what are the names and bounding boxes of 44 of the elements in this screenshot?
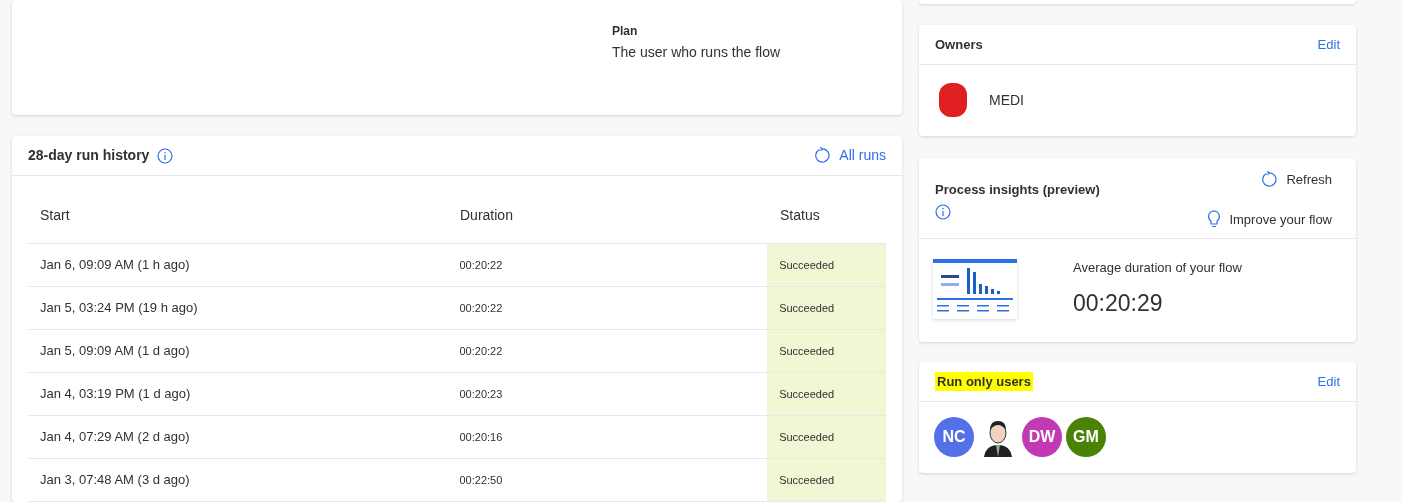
start-cell-text: Jan 6, 09:09 AM (1 h ago) xyxy=(39,256,191,275)
lightbulb-icon xyxy=(1207,210,1222,229)
metric-label: Average duration of your flow xyxy=(1073,259,1242,277)
edit-link[interactable]: Edit xyxy=(1317,371,1340,392)
field-label: Plan xyxy=(612,23,639,40)
status-cell: Succeeded xyxy=(767,416,886,458)
duration-cell-text: 00:20:22 xyxy=(458,257,504,273)
start-cell-text: Jan 3, 07:48 AM (3 d ago) xyxy=(39,471,191,490)
status-cell: Succeeded xyxy=(767,459,886,501)
start-cell-text: Jan 5, 03:24 PM (19 h ago) xyxy=(39,299,199,318)
refresh-icon xyxy=(1261,171,1279,189)
start-cell-text: Jan 5, 09:09 AM (1 d ago) xyxy=(39,342,191,361)
duration-cell-text: 00:20:16 xyxy=(458,429,504,445)
user-avatar[interactable]: DW xyxy=(1022,417,1062,457)
duration-cell-text: 00:20:22 xyxy=(458,300,504,316)
status-cell: Succeeded xyxy=(767,244,886,286)
field-value: The user who runs the flow xyxy=(612,43,782,62)
metric-value: 00:20:29 xyxy=(1073,288,1164,318)
improve-flow-button[interactable]: Improve your flow xyxy=(1207,209,1332,229)
duration-cell-text: 00:22:50 xyxy=(458,472,504,488)
duration-cell-text: 00:20:23 xyxy=(458,386,504,402)
column-header: Status xyxy=(779,206,820,225)
start-cell-text: Jan 4, 07:29 AM (2 d ago) xyxy=(39,428,191,447)
user-avatar[interactable]: NC xyxy=(934,417,974,457)
info-icon[interactable] xyxy=(157,147,174,164)
card-title: Run only users xyxy=(935,371,1033,392)
card-title: 28-day run history xyxy=(28,146,150,165)
all-runs-link[interactable]: All runs xyxy=(814,145,886,166)
user-avatar[interactable]: GM xyxy=(1066,417,1106,457)
status-cell: Succeeded xyxy=(767,373,886,415)
status-cell: Succeeded xyxy=(767,287,886,329)
column-header: Start xyxy=(39,206,71,225)
owner-name: MEDI xyxy=(989,90,1024,110)
start-cell-text: Jan 4, 03:19 PM (1 d ago) xyxy=(39,385,192,404)
owner-logo-placeholder xyxy=(939,83,967,117)
refresh-icon xyxy=(814,147,832,164)
info-icon[interactable] xyxy=(935,203,951,220)
duration-cell-text: 00:20:22 xyxy=(458,343,504,359)
column-header: Duration xyxy=(459,206,514,225)
status-cell: Succeeded xyxy=(767,330,886,372)
edit-link[interactable]: Edit xyxy=(1317,34,1340,55)
card-title: Owners xyxy=(935,35,983,54)
refresh-button[interactable]: Refresh xyxy=(1261,170,1332,190)
card-title: Process insights (preview) xyxy=(935,181,1100,199)
